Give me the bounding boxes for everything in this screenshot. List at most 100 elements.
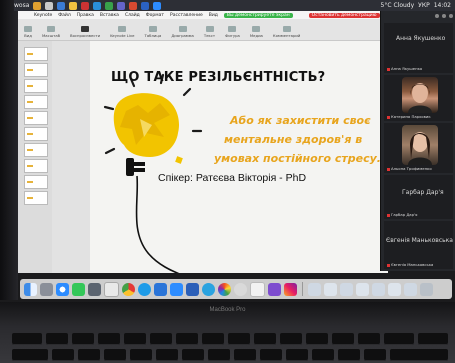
powerpoint-icon[interactable] bbox=[129, 1, 138, 10]
chrome-icon[interactable] bbox=[105, 1, 114, 10]
toolbar-view-label: Вид bbox=[24, 33, 32, 38]
toolbar-play-label: Воспроизвести bbox=[70, 33, 101, 38]
stop-share-button[interactable]: Остановить демонстрацию bbox=[308, 12, 380, 18]
toolbar-comment[interactable]: Комментарий bbox=[273, 26, 300, 38]
participant-tile[interactable]: Катерина Парховик bbox=[384, 75, 453, 121]
word-icon[interactable] bbox=[186, 282, 199, 296]
language-indicator[interactable]: УКР bbox=[418, 2, 430, 9]
music-icon[interactable] bbox=[250, 281, 265, 297]
clock-time[interactable]: 14:02 bbox=[434, 2, 451, 9]
keynote-icon[interactable] bbox=[154, 282, 167, 296]
toolbar-shape-label: Фигура bbox=[225, 33, 240, 38]
slide-speaker-text[interactable]: Спікер: Ратєєва Вікторія - PhD bbox=[158, 172, 306, 184]
folder-icon[interactable] bbox=[308, 282, 321, 296]
toolbar-shape[interactable]: Фигура bbox=[225, 26, 240, 38]
settings-icon[interactable] bbox=[234, 282, 247, 296]
keyboard-key bbox=[130, 349, 152, 361]
participant-tile[interactable]: Анна Якушенко Анна Якушенко bbox=[384, 23, 453, 73]
menu-format[interactable]: Формат bbox=[146, 13, 164, 18]
participant-tile[interactable]: Гарбар Дар'я Гарбар Дар'я bbox=[384, 175, 453, 219]
slide-thumbnail[interactable] bbox=[24, 95, 48, 109]
slide-thumbnail[interactable] bbox=[24, 191, 48, 205]
slide-subtitle-line-1[interactable]: Або як захистити своє bbox=[230, 114, 371, 127]
search-icon[interactable] bbox=[45, 1, 54, 10]
keyboard-key bbox=[104, 349, 126, 361]
slide-thumbnail[interactable] bbox=[24, 159, 48, 173]
trash-icon[interactable] bbox=[420, 282, 433, 296]
pinned-app-icon[interactable] bbox=[33, 1, 42, 10]
keyboard-key bbox=[234, 349, 256, 361]
zoom-icon[interactable] bbox=[170, 282, 183, 296]
folder-icon[interactable] bbox=[340, 282, 353, 296]
chrome-icon[interactable] bbox=[122, 282, 135, 296]
toolbar-zoom[interactable]: Масштаб bbox=[42, 26, 60, 38]
safari-icon[interactable] bbox=[56, 282, 69, 296]
keyboard-key bbox=[202, 333, 224, 345]
finder-icon[interactable] bbox=[24, 282, 37, 296]
terminal-icon[interactable] bbox=[104, 281, 119, 297]
toolbar-live[interactable]: Keynote Live bbox=[110, 26, 135, 38]
live-icon bbox=[118, 26, 127, 32]
folder-icon[interactable] bbox=[388, 282, 401, 296]
comment-icon bbox=[282, 26, 291, 32]
slide-subtitle-line-3[interactable]: умовах постійного стресу. bbox=[214, 152, 381, 165]
menu-insert[interactable]: Вставка bbox=[100, 13, 119, 18]
toolbar-view[interactable]: Вид bbox=[24, 26, 32, 38]
folder-icon[interactable] bbox=[356, 282, 369, 296]
laptop-brand-label: MacBook Pro bbox=[209, 307, 246, 313]
slide-thumbnail[interactable] bbox=[24, 47, 48, 61]
explorer-icon[interactable] bbox=[69, 1, 78, 10]
folder-icon[interactable] bbox=[372, 282, 385, 296]
opera-icon[interactable] bbox=[81, 1, 90, 10]
telegram-icon[interactable] bbox=[202, 282, 215, 296]
share-indicator: Вы демонстрируете экран bbox=[223, 12, 293, 18]
keyboard-key bbox=[312, 349, 334, 361]
edge-icon[interactable] bbox=[57, 1, 66, 10]
slide-thumbnail[interactable] bbox=[24, 63, 48, 77]
menu-file[interactable]: Файл bbox=[58, 13, 70, 18]
keyboard-key bbox=[390, 349, 448, 361]
toolbar-media[interactable]: Медиа bbox=[250, 26, 263, 38]
toolbar-text[interactable]: Текст bbox=[204, 26, 215, 38]
toolbar-play[interactable]: Воспроизвести bbox=[70, 26, 100, 38]
menu-arrange[interactable]: Расставление bbox=[170, 13, 203, 18]
viber-icon[interactable] bbox=[117, 1, 126, 10]
photos-icon[interactable] bbox=[218, 282, 231, 296]
search-icon[interactable] bbox=[88, 282, 101, 296]
folder-icon[interactable] bbox=[404, 282, 417, 296]
menu-slide[interactable]: Слайд bbox=[125, 13, 140, 18]
participant-tile[interactable]: Альона Трофименко bbox=[384, 123, 453, 173]
slide-thumbnail[interactable] bbox=[24, 143, 48, 157]
keyboard-key bbox=[338, 349, 360, 361]
toolbar-chart[interactable]: Диаграмма bbox=[171, 26, 194, 38]
participant-tile[interactable]: Євгенія Маньковська Євгенія Маньковська bbox=[384, 221, 453, 269]
skype-icon[interactable] bbox=[138, 282, 151, 296]
participant-video bbox=[402, 125, 438, 165]
slide-thumbnail[interactable] bbox=[24, 111, 48, 125]
menu-keynote[interactable]: Keynote bbox=[34, 13, 52, 18]
keyboard-key bbox=[254, 333, 276, 345]
menu-view[interactable]: Вид bbox=[209, 13, 218, 18]
telegram-icon[interactable] bbox=[93, 1, 102, 10]
slide-title[interactable]: ЩО ТАКЕ РЕЗІЛЬЄНТНІСТЬ? bbox=[111, 70, 325, 85]
toolbar-comment-label: Комментарий bbox=[272, 33, 301, 38]
slide-thumbnail[interactable] bbox=[24, 127, 48, 141]
messages-icon[interactable] bbox=[72, 282, 85, 296]
slide-thumbnail[interactable] bbox=[24, 175, 48, 189]
slide-subtitle-line-2[interactable]: ментальне здоров'я в bbox=[224, 133, 362, 146]
menu-edit[interactable]: Правка bbox=[77, 13, 94, 18]
weather-widget[interactable]: 5°C Cloudy bbox=[381, 2, 415, 9]
keyboard-key bbox=[46, 333, 68, 345]
keyboard-key bbox=[306, 333, 328, 345]
instagram-icon[interactable] bbox=[284, 282, 297, 296]
slide-thumbnail[interactable] bbox=[24, 79, 48, 93]
viber-icon[interactable] bbox=[268, 282, 281, 296]
zoom-icon[interactable] bbox=[153, 1, 162, 10]
folder-icon[interactable] bbox=[324, 282, 337, 296]
word-icon[interactable] bbox=[141, 1, 150, 10]
table-icon bbox=[148, 26, 157, 32]
launchpad-icon[interactable] bbox=[40, 282, 53, 296]
chart-icon bbox=[178, 26, 187, 32]
toolbar-table[interactable]: Таблица bbox=[145, 26, 161, 38]
participant-label: Катерина Парховик bbox=[387, 114, 431, 119]
